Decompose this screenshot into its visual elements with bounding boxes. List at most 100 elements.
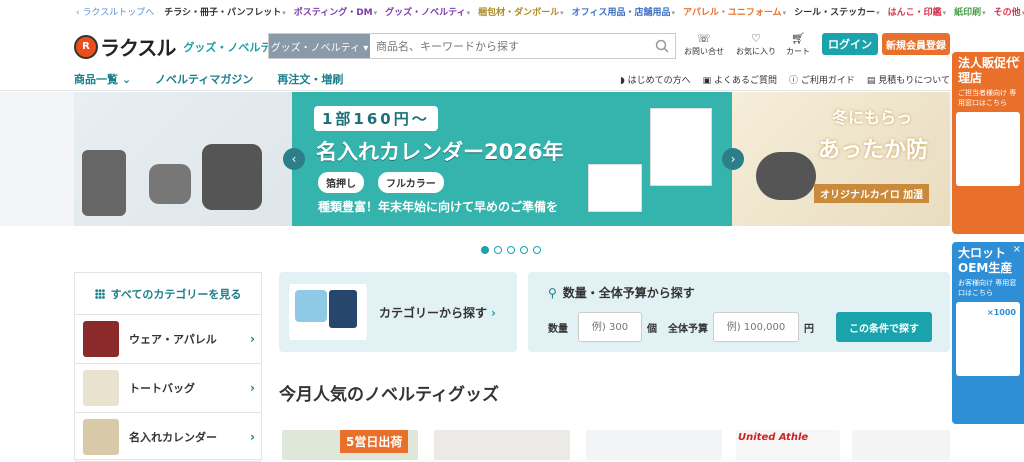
logo-subtitle: グッズ・ノベルティ [183, 40, 282, 54]
banner-title: 名入れカレンダー2026年 [316, 140, 564, 164]
search-input[interactable] [370, 34, 649, 58]
service-link-apparel[interactable]: アパレル・ユニフォーム▾ [683, 5, 786, 18]
apparel-thumbnail [83, 321, 119, 357]
category-card-image [289, 284, 367, 340]
service-link-flyer[interactable]: チラシ・冊子・パンフレット▾ [164, 5, 286, 18]
service-link-posting[interactable]: ポスティング・DM▾ [294, 5, 377, 18]
nav-reorder[interactable]: 再注文・増刷 [277, 71, 343, 87]
oem-promo-banner[interactable]: × 大ロットOEM生産 お客様向け 専用窓口はこちら ×1000 [952, 242, 1024, 424]
nav-novelty-magazine[interactable]: ノベルティマガジン [155, 71, 253, 87]
carousel-pagination [481, 246, 546, 254]
login-button[interactable]: ログイン [822, 33, 878, 55]
cart-label: カート [786, 47, 810, 56]
service-link-packaging[interactable]: 梱包材・ダンボール▾ [478, 5, 564, 18]
carousel-dot-1[interactable] [481, 246, 489, 254]
nav-estimate[interactable]: ▤ 見積もりについて [867, 73, 950, 86]
chevron-right-icon: › [491, 306, 496, 320]
budget-input[interactable] [713, 312, 799, 342]
chevron-right-icon: › [250, 332, 255, 346]
quantity-input[interactable] [578, 312, 642, 342]
service-link-label: 紙印刷 [954, 7, 982, 18]
chevron-down-icon: ▾ [466, 8, 471, 17]
agency-promo-subtitle: ご担当者様向け 専用窓口はこちら [958, 89, 1017, 107]
nav-estimate-label: 見積もりについて [878, 75, 950, 86]
chevron-right-icon: › [250, 430, 255, 444]
carousel-dot-4[interactable] [520, 246, 528, 254]
desk-calendar-image [588, 164, 642, 212]
service-link-label: シール・ステッカー [794, 7, 876, 18]
nav-faq-label: よくあるご質問 [713, 75, 777, 86]
nav-product-list[interactable]: 商品一覧 ⌄ [74, 71, 131, 87]
banner-carousel: 1部160円〜 名入れカレンダー2026年 箔押し フルカラー 種類豊富！年末年… [0, 92, 1024, 226]
category-item-tote[interactable]: トートバッグ › [75, 364, 261, 413]
site-logo[interactable]: R ラクスル グッズ・ノベルティ [74, 32, 282, 61]
tshirt-image [295, 290, 327, 322]
category-item-apparel[interactable]: ウェア・アパレル › [75, 315, 261, 364]
carousel-dot-5[interactable] [533, 246, 541, 254]
product-card[interactable] [434, 430, 570, 460]
carousel-next-button[interactable]: › [722, 148, 744, 170]
all-categories-link[interactable]: すべてのカテゴリーを見る [75, 273, 261, 315]
category-item-label: ウェア・アパレル [129, 333, 217, 346]
budget-unit: 円 [804, 324, 814, 335]
close-icon[interactable]: × [1013, 54, 1021, 65]
contact-link[interactable]: ☏ お問い合せ [684, 32, 724, 57]
search-category-select[interactable]: グッズ・ノベルティ ▾ [269, 34, 370, 58]
chevron-down-icon: ▾ [560, 8, 564, 17]
charger-image [82, 150, 126, 216]
speaker-image [202, 144, 262, 210]
carousel-prev-button[interactable]: ‹ [283, 148, 305, 170]
service-link-sticker[interactable]: シール・ステッカー▾ [794, 5, 880, 18]
quantity-unit: 個 [647, 324, 657, 335]
top-link[interactable]: ‹ ラクスルトップへ [76, 5, 154, 18]
agency-promo-illustration [956, 112, 1020, 186]
nav-faq[interactable]: ▣ よくあるご質問 [703, 73, 777, 86]
favorites-link[interactable]: ♡ お気に入り [736, 32, 776, 57]
info-icon: ⓘ [789, 75, 801, 86]
service-link-other[interactable]: その他▾ [994, 5, 1024, 18]
close-icon[interactable]: × [1013, 244, 1021, 255]
search-by-category-card[interactable]: カテゴリーから探す › [279, 272, 517, 352]
search-button[interactable] [649, 34, 675, 58]
cart-link[interactable]: 🛒︎ カート [786, 32, 810, 57]
agency-promo-banner[interactable]: × 法人販促代理店 ご担当者様向け 専用窓口はこちら [952, 52, 1024, 234]
shipping-badge: 5営日出荷 [340, 430, 409, 453]
banner-subtitle: 種類豊富！年末年始に向けて早めのご準備を [318, 200, 559, 214]
banner-slide-kairo[interactable]: 冬にもらっ あったか防 オリジナルカイロ 加湿 [732, 92, 950, 226]
quantity-label: 数量 [548, 324, 568, 335]
bag-image [329, 290, 357, 328]
carousel-dot-3[interactable] [507, 246, 515, 254]
service-link-label: はんこ・印鑑 [887, 7, 942, 18]
product-card[interactable] [852, 430, 950, 460]
service-link-office[interactable]: オフィス用品・店舗用品▾ [572, 5, 675, 18]
service-link-label: 梱包材・ダンボール [478, 7, 560, 18]
search-by-quantity-card: ⚲ 数量・全体予算から探す 数量 個 全体予算 円 この条件で探す [528, 272, 950, 352]
service-link-label: アパレル・ユニフォーム [683, 7, 782, 18]
cart-icon: 🛒︎ [791, 32, 805, 45]
top-service-bar: ‹ ラクスルトップへ チラシ・冊子・パンフレット▾ ポスティング・DM▾ グッズ… [0, 0, 1024, 22]
search-bar: グッズ・ノベルティ ▾ [268, 33, 676, 59]
chevron-down-icon: ▾ [982, 8, 986, 17]
carousel-dot-2[interactable] [494, 246, 502, 254]
nav-guide[interactable]: ⓘ ご利用ガイド [789, 73, 855, 86]
nav-guide-label: ご利用ガイド [800, 75, 855, 86]
product-card[interactable] [586, 430, 722, 460]
main-nav: 商品一覧 ⌄ ノベルティマガジン 再注文・増刷 ◗ はじめての方へ ▣ よくある… [0, 68, 950, 90]
service-link-label: チラシ・冊子・パンフレット [164, 7, 282, 18]
brand-label: United Athle [738, 432, 809, 443]
service-link-label: その他 [993, 7, 1021, 18]
nav-beginners[interactable]: ◗ はじめての方へ [620, 73, 691, 86]
nav-beginners-label: はじめての方へ [627, 75, 691, 86]
header-divider [0, 90, 1024, 91]
service-link-stamp[interactable]: はんこ・印鑑▾ [888, 5, 947, 18]
service-link-paper[interactable]: 紙印刷▾ [954, 5, 986, 18]
chevron-down-icon: ▾ [671, 8, 675, 17]
banner-slide-calendar[interactable]: 1部160円〜 名入れカレンダー2026年 箔押し フルカラー 種類豊富！年末年… [292, 92, 732, 226]
grid-icon [94, 288, 105, 299]
heart-icon: ♡ [751, 32, 761, 45]
service-link-goods[interactable]: グッズ・ノベルティ▾ [385, 5, 470, 18]
register-button[interactable]: 新規会員登録 [882, 33, 950, 55]
banner-slide-gadgets[interactable] [74, 92, 292, 226]
category-item-calendar[interactable]: 名入れカレンダー › [75, 413, 261, 462]
search-conditions-button[interactable]: この条件で探す [836, 312, 932, 342]
